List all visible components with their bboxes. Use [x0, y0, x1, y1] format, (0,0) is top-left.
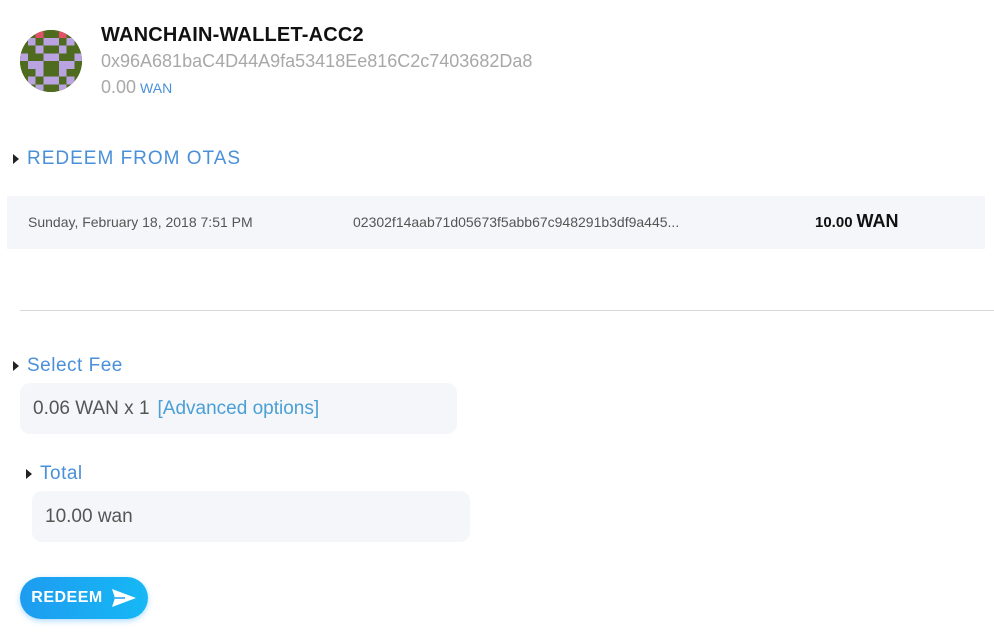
ota-row[interactable]: Sunday, February 18, 2018 7:51 PM 02302f… — [7, 196, 985, 249]
divider — [20, 310, 994, 311]
ota-amount-unit: WAN — [856, 211, 899, 231]
identicon-avatar — [20, 30, 82, 92]
fee-field[interactable]: 0.06 WAN x 1 [Advanced options] — [20, 383, 457, 434]
otas-heading-label: REDEEM FROM OTAS — [27, 148, 242, 169]
account-address: 0x96A681baC4D44A9fa53418Ee816C2c7403682D… — [101, 51, 533, 71]
fee-heading[interactable]: Select Fee — [13, 355, 123, 377]
fee-heading-label: Select Fee — [27, 355, 123, 376]
ota-hash: 02302f14aab71d05673f5abb67c948291b3df9a4… — [353, 214, 680, 230]
account-name: WANCHAIN-WALLET-ACC2 — [101, 24, 364, 46]
ota-date: Sunday, February 18, 2018 7:51 PM — [28, 214, 253, 230]
send-icon — [111, 589, 136, 607]
total-heading-label: Total — [40, 463, 83, 484]
redeem-ota-page: WANCHAIN-WALLET-ACC2 0x96A681baC4D44A9fa… — [0, 0, 994, 639]
caret-right-icon — [13, 361, 19, 371]
total-value: 10.00 wan — [45, 505, 133, 527]
account-info: WANCHAIN-WALLET-ACC2 0x96A681baC4D44A9fa… — [101, 22, 701, 100]
fee-value: 0.06 WAN x 1 — [33, 397, 150, 419]
caret-right-icon — [26, 469, 32, 479]
redeem-button[interactable]: REDEEM — [20, 577, 148, 619]
caret-right-icon — [13, 154, 19, 164]
ota-amount-value: 10.00 — [815, 214, 853, 231]
advanced-options-link[interactable]: [Advanced options] — [158, 398, 320, 420]
identicon-icon — [20, 30, 82, 92]
redeem-button-label: REDEEM — [31, 589, 103, 606]
total-heading: Total — [26, 463, 83, 485]
ota-amount: 10.00 WAN — [815, 211, 899, 232]
balance-unit: WAN — [140, 80, 173, 96]
balance-value: 0.00 — [101, 77, 137, 97]
otas-heading: REDEEM FROM OTAS — [13, 148, 241, 170]
account-balance: 0.00 WAN — [101, 75, 701, 100]
total-field: 10.00 wan — [32, 491, 470, 542]
